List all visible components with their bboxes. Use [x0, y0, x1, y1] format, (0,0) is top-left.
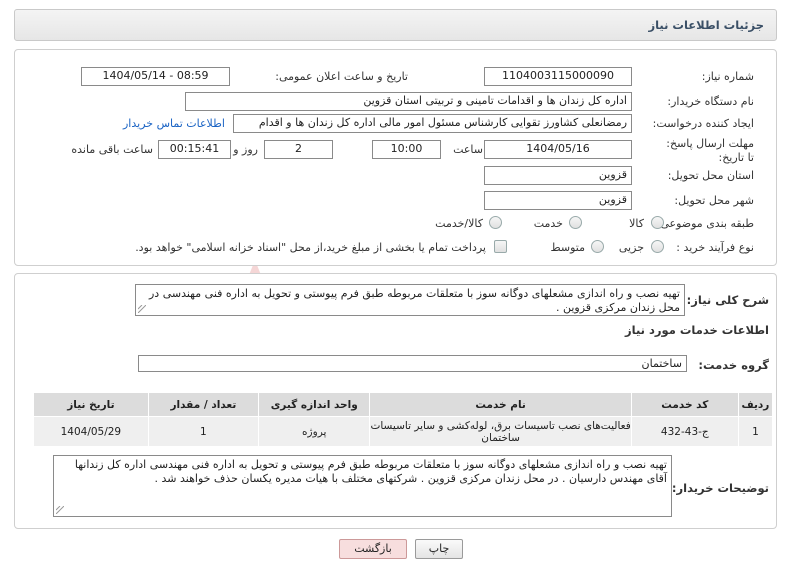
- back-button[interactable]: بازگشت: [339, 539, 407, 559]
- process-radio-medium[interactable]: [591, 240, 604, 253]
- col-date: تاریخ نیاز: [33, 392, 149, 417]
- category-option-goods: کالا: [629, 217, 644, 230]
- need-number-label: شماره نیاز:: [701, 70, 754, 83]
- category-option-service: خدمت: [533, 217, 563, 230]
- description-textarea[interactable]: تهیه نصب و راه اندازی مشعلهای دوگانه سوز…: [135, 284, 685, 316]
- col-unit: واحد اندازه گیری: [258, 392, 371, 417]
- contact-buyer-link[interactable]: اطلاعات تماس خریدار: [123, 117, 225, 130]
- cell-row: 1: [737, 416, 774, 447]
- remaining-time-label: ساعت باقی مانده: [71, 143, 153, 156]
- col-name: نام خدمت: [369, 392, 632, 417]
- remaining-time-field: 00:15:41: [158, 140, 231, 159]
- col-qty: تعداد / مقدار: [147, 392, 260, 417]
- city-field: قزوین: [484, 191, 632, 210]
- page-title: جزئیات اطلاعات نیاز: [648, 18, 764, 32]
- services-section-title: اطلاعات خدمات مورد نیاز: [625, 323, 769, 337]
- services-table: ردیف کد خدمت نام خدمت واحد اندازه گیری ت…: [33, 392, 774, 447]
- payment-note: پرداخت تمام یا بخشی از مبلغ خرید،از محل …: [135, 241, 486, 254]
- deadline-date-field: 1404/05/16: [484, 140, 632, 159]
- province-field: قزوین: [484, 166, 632, 185]
- category-radio-service[interactable]: [569, 216, 582, 229]
- buyer-org-label: نام دستگاه خریدار:: [667, 95, 754, 108]
- process-option-medium: متوسط: [550, 241, 585, 254]
- description-label: شرح کلی نیاز:: [686, 293, 769, 307]
- category-radio-goods-service[interactable]: [489, 216, 502, 229]
- service-group-label: گروه خدمت:: [698, 358, 769, 372]
- buyer-notes-textarea[interactable]: تهیه نصب و راه اندازی مشعلهای دوگانه سوز…: [53, 455, 672, 517]
- process-option-minor: جزیی: [618, 241, 644, 254]
- resize-grip-icon[interactable]: [138, 305, 146, 313]
- creator-field: رمضانعلی کشاورز تقوایی کارشناس مسئول امو…: [233, 114, 632, 133]
- announce-field: 1404/05/14 - 08:59: [81, 67, 230, 86]
- need-number-field: 1104003115000090: [484, 67, 632, 86]
- days-label: روز و: [233, 143, 258, 156]
- province-label: استان محل تحویل:: [667, 169, 754, 182]
- category-radio-goods[interactable]: [651, 216, 664, 229]
- table-row: 1 ج-43-432 فعالیت‌های نصب تاسیسات برق، ل…: [33, 416, 774, 447]
- treasury-payment-checkbox[interactable]: [494, 240, 507, 253]
- process-label: نوع فرآیند خرید :: [676, 241, 754, 254]
- service-group-field: ساختمان: [138, 355, 687, 372]
- process-radio-minor[interactable]: [651, 240, 664, 253]
- resize-grip-icon[interactable]: [56, 506, 64, 514]
- col-code: کد خدمت: [630, 392, 739, 417]
- buyer-org-field: اداره کل زندان ها و اقدامات تامینی و ترب…: [185, 92, 632, 111]
- deadline-label: مهلت ارسال پاسخ: تا تاریخ:: [666, 137, 754, 164]
- print-button[interactable]: چاپ: [415, 539, 463, 559]
- category-label: طبقه بندی موضوعی:: [656, 217, 754, 230]
- cell-qty: 1: [147, 416, 260, 447]
- cell-code: ج-43-432: [630, 416, 739, 447]
- cell-name: فعالیت‌های نصب تاسیسات برق، لوله‌کشی و س…: [369, 416, 632, 447]
- days-field: 2: [264, 140, 333, 159]
- deadline-time-label: ساعت: [453, 143, 483, 156]
- announce-label: تاریخ و ساعت اعلان عمومی:: [275, 70, 408, 83]
- deadline-time-field: 10:00: [372, 140, 441, 159]
- creator-label: ایجاد کننده درخواست:: [652, 117, 754, 130]
- table-header-row: ردیف کد خدمت نام خدمت واحد اندازه گیری ت…: [33, 392, 774, 417]
- header-panel: جزئیات اطلاعات نیاز: [14, 9, 777, 41]
- col-row: ردیف: [737, 392, 774, 417]
- category-option-goods-service: کالا/خدمت: [435, 217, 483, 230]
- cell-unit: پروژه: [258, 416, 371, 447]
- description-text: تهیه نصب و راه اندازی مشعلهای دوگانه سوز…: [149, 287, 680, 314]
- cell-date: 1404/05/29: [33, 416, 149, 447]
- city-label: شهر محل تحویل:: [674, 194, 754, 207]
- buyer-notes-label: توضیحات خریدار:: [671, 481, 769, 495]
- buyer-notes-text: تهیه نصب و راه اندازی مشعلهای دوگانه سوز…: [74, 458, 667, 485]
